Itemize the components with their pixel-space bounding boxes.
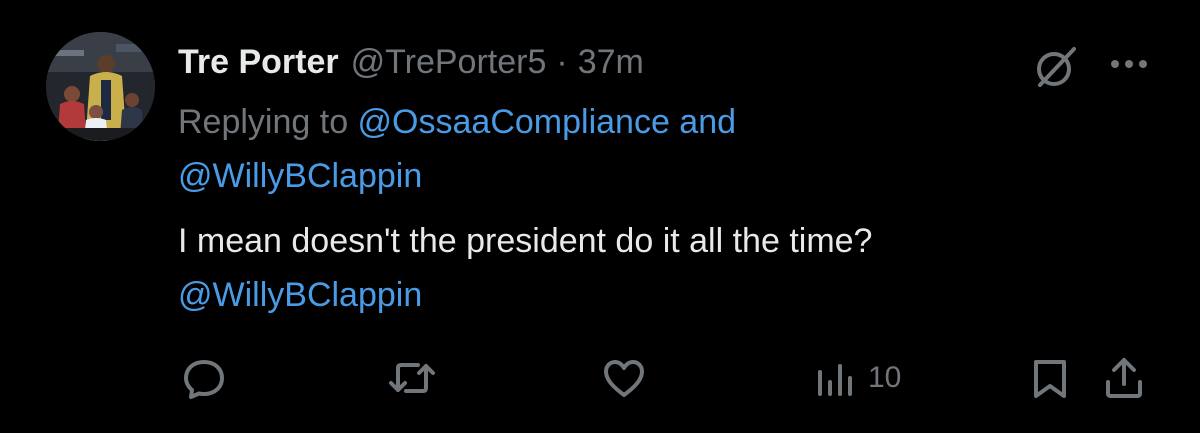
avatar-photo — [46, 32, 155, 141]
display-name[interactable]: Tre Porter — [178, 40, 339, 84]
mention-link[interactable]: @OssaaCompliance — [358, 103, 670, 141]
retweet-icon — [389, 363, 435, 393]
views-button[interactable]: 10 — [814, 350, 901, 406]
grok-icon — [1037, 47, 1076, 87]
views-icon — [818, 364, 852, 396]
timestamp[interactable]: 37m — [578, 40, 644, 84]
replying-and[interactable]: and — [670, 103, 736, 141]
mention-link[interactable]: @WillyBClappin — [178, 272, 1138, 318]
tweet[interactable]: Tre Porter @TrePorter5 · 37m Replying to… — [0, 0, 1200, 433]
more-icon — [1111, 60, 1147, 68]
replying-prefix: Replying to — [178, 103, 358, 141]
tweet-text: I mean doesn't the president do it all t… — [178, 218, 1138, 318]
like-button[interactable] — [600, 350, 648, 406]
replying-to: Replying to @OssaaCompliance and @WillyB… — [178, 99, 998, 199]
action-bar: 10 — [0, 350, 1200, 406]
reply-icon — [184, 360, 224, 399]
more-options-button[interactable] — [1104, 46, 1154, 82]
avatar[interactable] — [46, 32, 155, 141]
heart-icon — [604, 360, 644, 397]
grok-button[interactable] — [1030, 42, 1082, 92]
mention-link[interactable]: @WillyBClappin — [178, 153, 998, 199]
views-count: 10 — [868, 361, 902, 394]
share-button[interactable] — [1100, 350, 1148, 406]
bookmark-button[interactable] — [1028, 350, 1072, 406]
bookmark-icon — [1034, 360, 1066, 398]
tweet-header: Tre Porter @TrePorter5 · 37m — [178, 40, 644, 84]
tweet-body: I mean doesn't the president do it all t… — [178, 222, 873, 260]
separator-dot: · — [556, 43, 568, 81]
retweet-button[interactable] — [386, 350, 438, 406]
reply-button[interactable] — [180, 350, 228, 406]
share-icon — [1106, 358, 1142, 398]
user-handle[interactable]: @TrePorter5 — [351, 40, 547, 84]
